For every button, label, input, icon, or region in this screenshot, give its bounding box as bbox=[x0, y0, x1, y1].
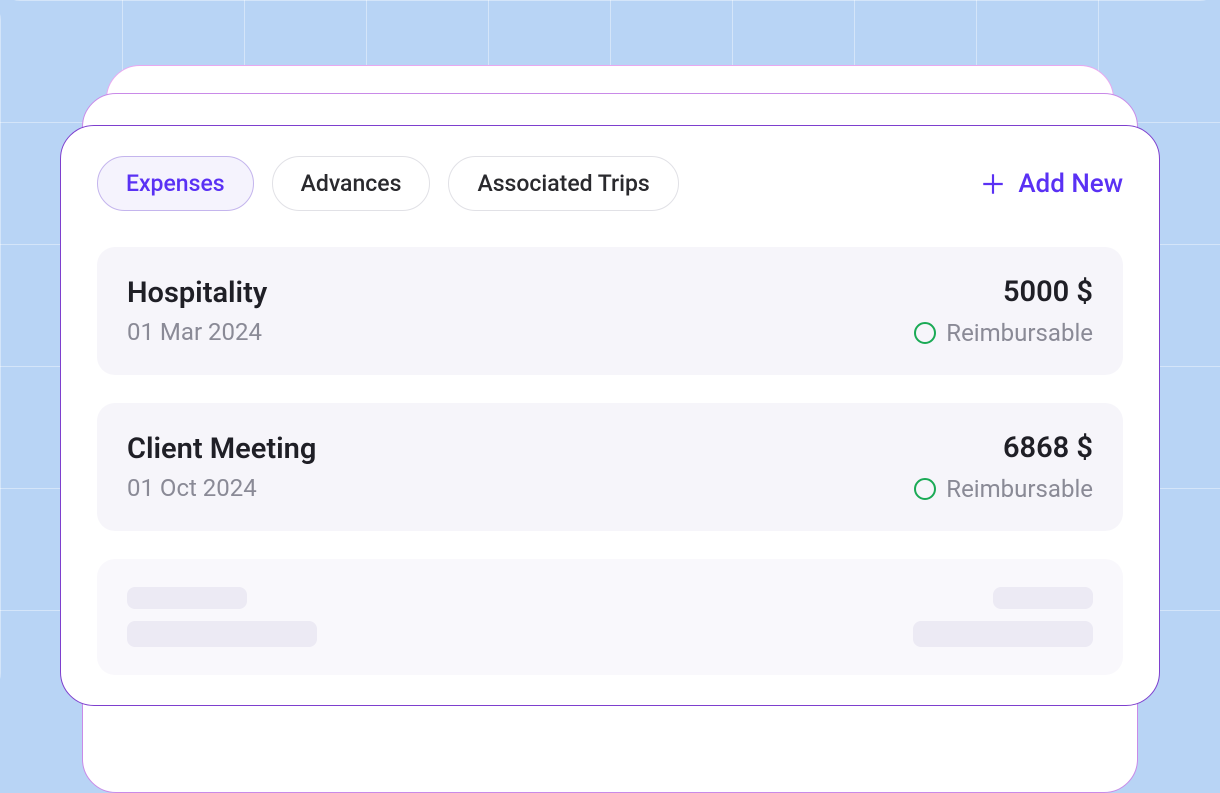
expense-row[interactable]: Hospitality 01 Mar 2024 5000 $ Reimbursa… bbox=[97, 247, 1123, 375]
expense-info: Hospitality 01 Mar 2024 bbox=[127, 276, 267, 346]
status-text: Reimbursable bbox=[946, 475, 1093, 503]
header-row: Expenses Advances Associated Trips Add N… bbox=[97, 156, 1123, 211]
expense-amount: 6868 $ bbox=[1003, 431, 1093, 465]
tab-expenses[interactable]: Expenses bbox=[97, 156, 254, 211]
tab-advances[interactable]: Advances bbox=[272, 156, 431, 211]
expense-title: Hospitality bbox=[127, 276, 267, 310]
tab-associated-trips[interactable]: Associated Trips bbox=[448, 156, 678, 211]
expense-date: 01 Oct 2024 bbox=[127, 474, 316, 502]
expense-status: Reimbursable bbox=[914, 319, 1093, 347]
status-text: Reimbursable bbox=[946, 319, 1093, 347]
skeleton-row bbox=[97, 559, 1123, 675]
tabs: Expenses Advances Associated Trips bbox=[97, 156, 679, 211]
expense-info: Client Meeting 01 Oct 2024 bbox=[127, 432, 316, 502]
expense-meta: 5000 $ Reimbursable bbox=[914, 275, 1093, 347]
status-circle-icon bbox=[914, 478, 936, 500]
skeleton-bar bbox=[127, 587, 247, 609]
skeleton-info bbox=[127, 587, 317, 647]
add-new-button[interactable]: Add New bbox=[980, 169, 1123, 199]
add-new-label: Add New bbox=[1018, 169, 1123, 199]
plus-icon bbox=[980, 171, 1006, 197]
status-circle-icon bbox=[914, 322, 936, 344]
skeleton-bar bbox=[993, 587, 1093, 609]
skeleton-bar bbox=[913, 621, 1093, 647]
expense-date: 01 Mar 2024 bbox=[127, 318, 267, 346]
skeleton-bar bbox=[127, 621, 317, 647]
main-card: Expenses Advances Associated Trips Add N… bbox=[60, 125, 1160, 706]
expense-amount: 5000 $ bbox=[1003, 275, 1093, 309]
skeleton-meta bbox=[913, 587, 1093, 647]
expense-meta: 6868 $ Reimbursable bbox=[914, 431, 1093, 503]
expense-status: Reimbursable bbox=[914, 475, 1093, 503]
expense-title: Client Meeting bbox=[127, 432, 316, 466]
expense-row[interactable]: Client Meeting 01 Oct 2024 6868 $ Reimbu… bbox=[97, 403, 1123, 531]
